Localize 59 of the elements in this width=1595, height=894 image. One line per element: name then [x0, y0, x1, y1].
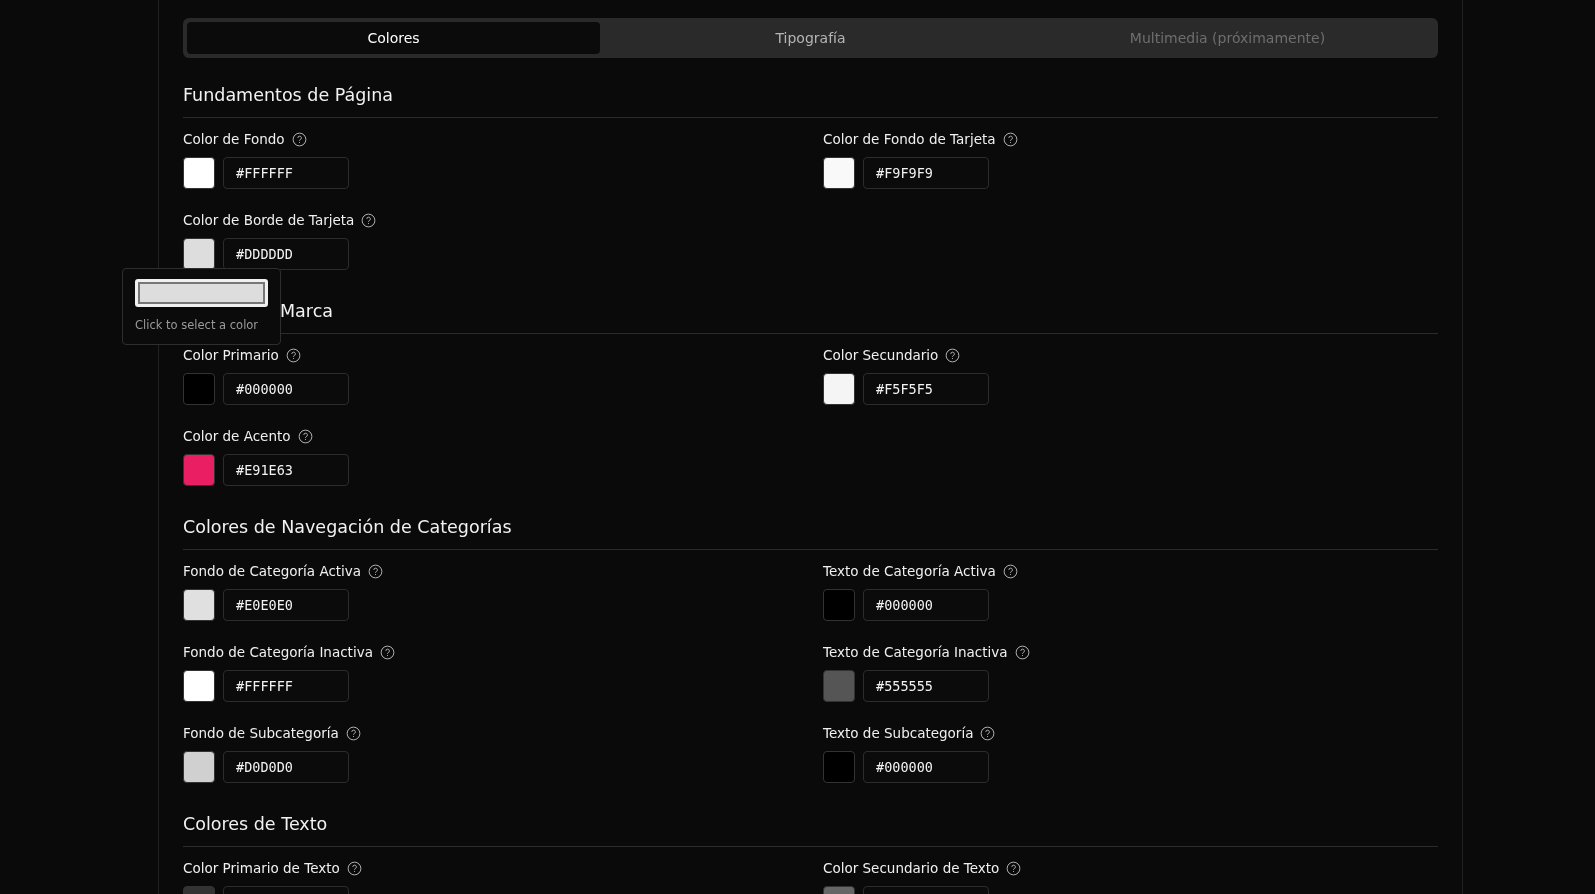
hex-input-field[interactable]: #D0D0D0 [223, 751, 349, 783]
field-label: Color Secundario [823, 347, 939, 363]
color-swatch[interactable] [183, 454, 215, 486]
help-icon[interactable] [285, 347, 301, 363]
field-label: Color Primario de Texto [183, 860, 340, 876]
hex-input-field[interactable]: #F5F5F5 [863, 373, 989, 405]
section-title: Colores de Texto [183, 813, 1438, 847]
section-title: Fundamentos de Página [183, 84, 1438, 118]
help-icon[interactable] [368, 563, 384, 579]
help-icon[interactable] [345, 725, 361, 741]
field-label: Texto de Categoría Inactiva [823, 644, 1008, 660]
color-preview[interactable] [135, 279, 268, 307]
tab[interactable]: Tipografía [604, 22, 1017, 54]
color-swatch[interactable] [183, 670, 215, 702]
field-label: Fondo de Categoría Inactiva [183, 644, 373, 660]
hint-text: Click to select a color [135, 318, 260, 332]
hex-input-field[interactable]: #DDDDDD [223, 238, 349, 270]
hex-input-field[interactable]: #FFFFFF [223, 157, 349, 189]
help-icon[interactable] [1002, 131, 1018, 147]
color-swatch[interactable] [823, 373, 855, 405]
field-label: Fondo de Categoría Activa [183, 563, 362, 579]
field-label: Color Secundario de Texto [823, 860, 1000, 876]
help-icon[interactable] [291, 131, 307, 147]
help-icon[interactable] [1002, 563, 1018, 579]
color-swatch[interactable] [183, 238, 215, 270]
hex-input-field[interactable]: #FFFFFF [223, 670, 349, 702]
color-swatch[interactable] [183, 373, 215, 405]
color-swatch[interactable] [183, 157, 215, 189]
field-label: Color de Fondo [183, 131, 285, 147]
hex-input-field[interactable]: #F9F9F9 [863, 157, 989, 189]
color-swatch[interactable] [823, 751, 855, 783]
field-label: Color de Acento [183, 428, 291, 444]
help-icon[interactable] [1014, 644, 1030, 660]
hex-input-field[interactable]: #555555 [863, 670, 989, 702]
color-swatch[interactable] [183, 589, 215, 621]
tab[interactable]: Colores [187, 22, 600, 54]
field-label: Color Primario [183, 347, 279, 363]
color-swatch[interactable] [823, 670, 855, 702]
color-swatch[interactable] [183, 751, 215, 783]
help-icon[interactable] [346, 860, 362, 876]
hex-input-field[interactable]: #E0E0E0 [223, 589, 349, 621]
field-label: Texto de Categoría Activa [823, 563, 996, 579]
help-icon[interactable] [945, 347, 961, 363]
field-label: Texto de Subcategoría [823, 725, 974, 741]
hex-input-field[interactable]: #000000 [863, 751, 989, 783]
hex-input-field[interactable]: #E91E63 [223, 454, 349, 486]
field-label: Fondo de Subcategoría [183, 725, 339, 741]
help-icon[interactable] [361, 212, 377, 228]
help-icon[interactable] [980, 725, 996, 741]
field-label: Color de Borde de Tarjeta [183, 212, 355, 228]
color-swatch[interactable] [823, 157, 855, 189]
color-swatch[interactable] [823, 589, 855, 621]
help-icon[interactable] [1006, 860, 1022, 876]
section-title: Colores de Navegación de Categorías [183, 516, 1438, 550]
field-label: Color de Fondo de Tarjeta [823, 131, 996, 147]
hex-input-field[interactable]: #000000 [863, 589, 989, 621]
help-icon[interactable] [379, 644, 395, 660]
hex-input-field[interactable]: #000000 [223, 373, 349, 405]
help-icon[interactable] [297, 428, 313, 444]
